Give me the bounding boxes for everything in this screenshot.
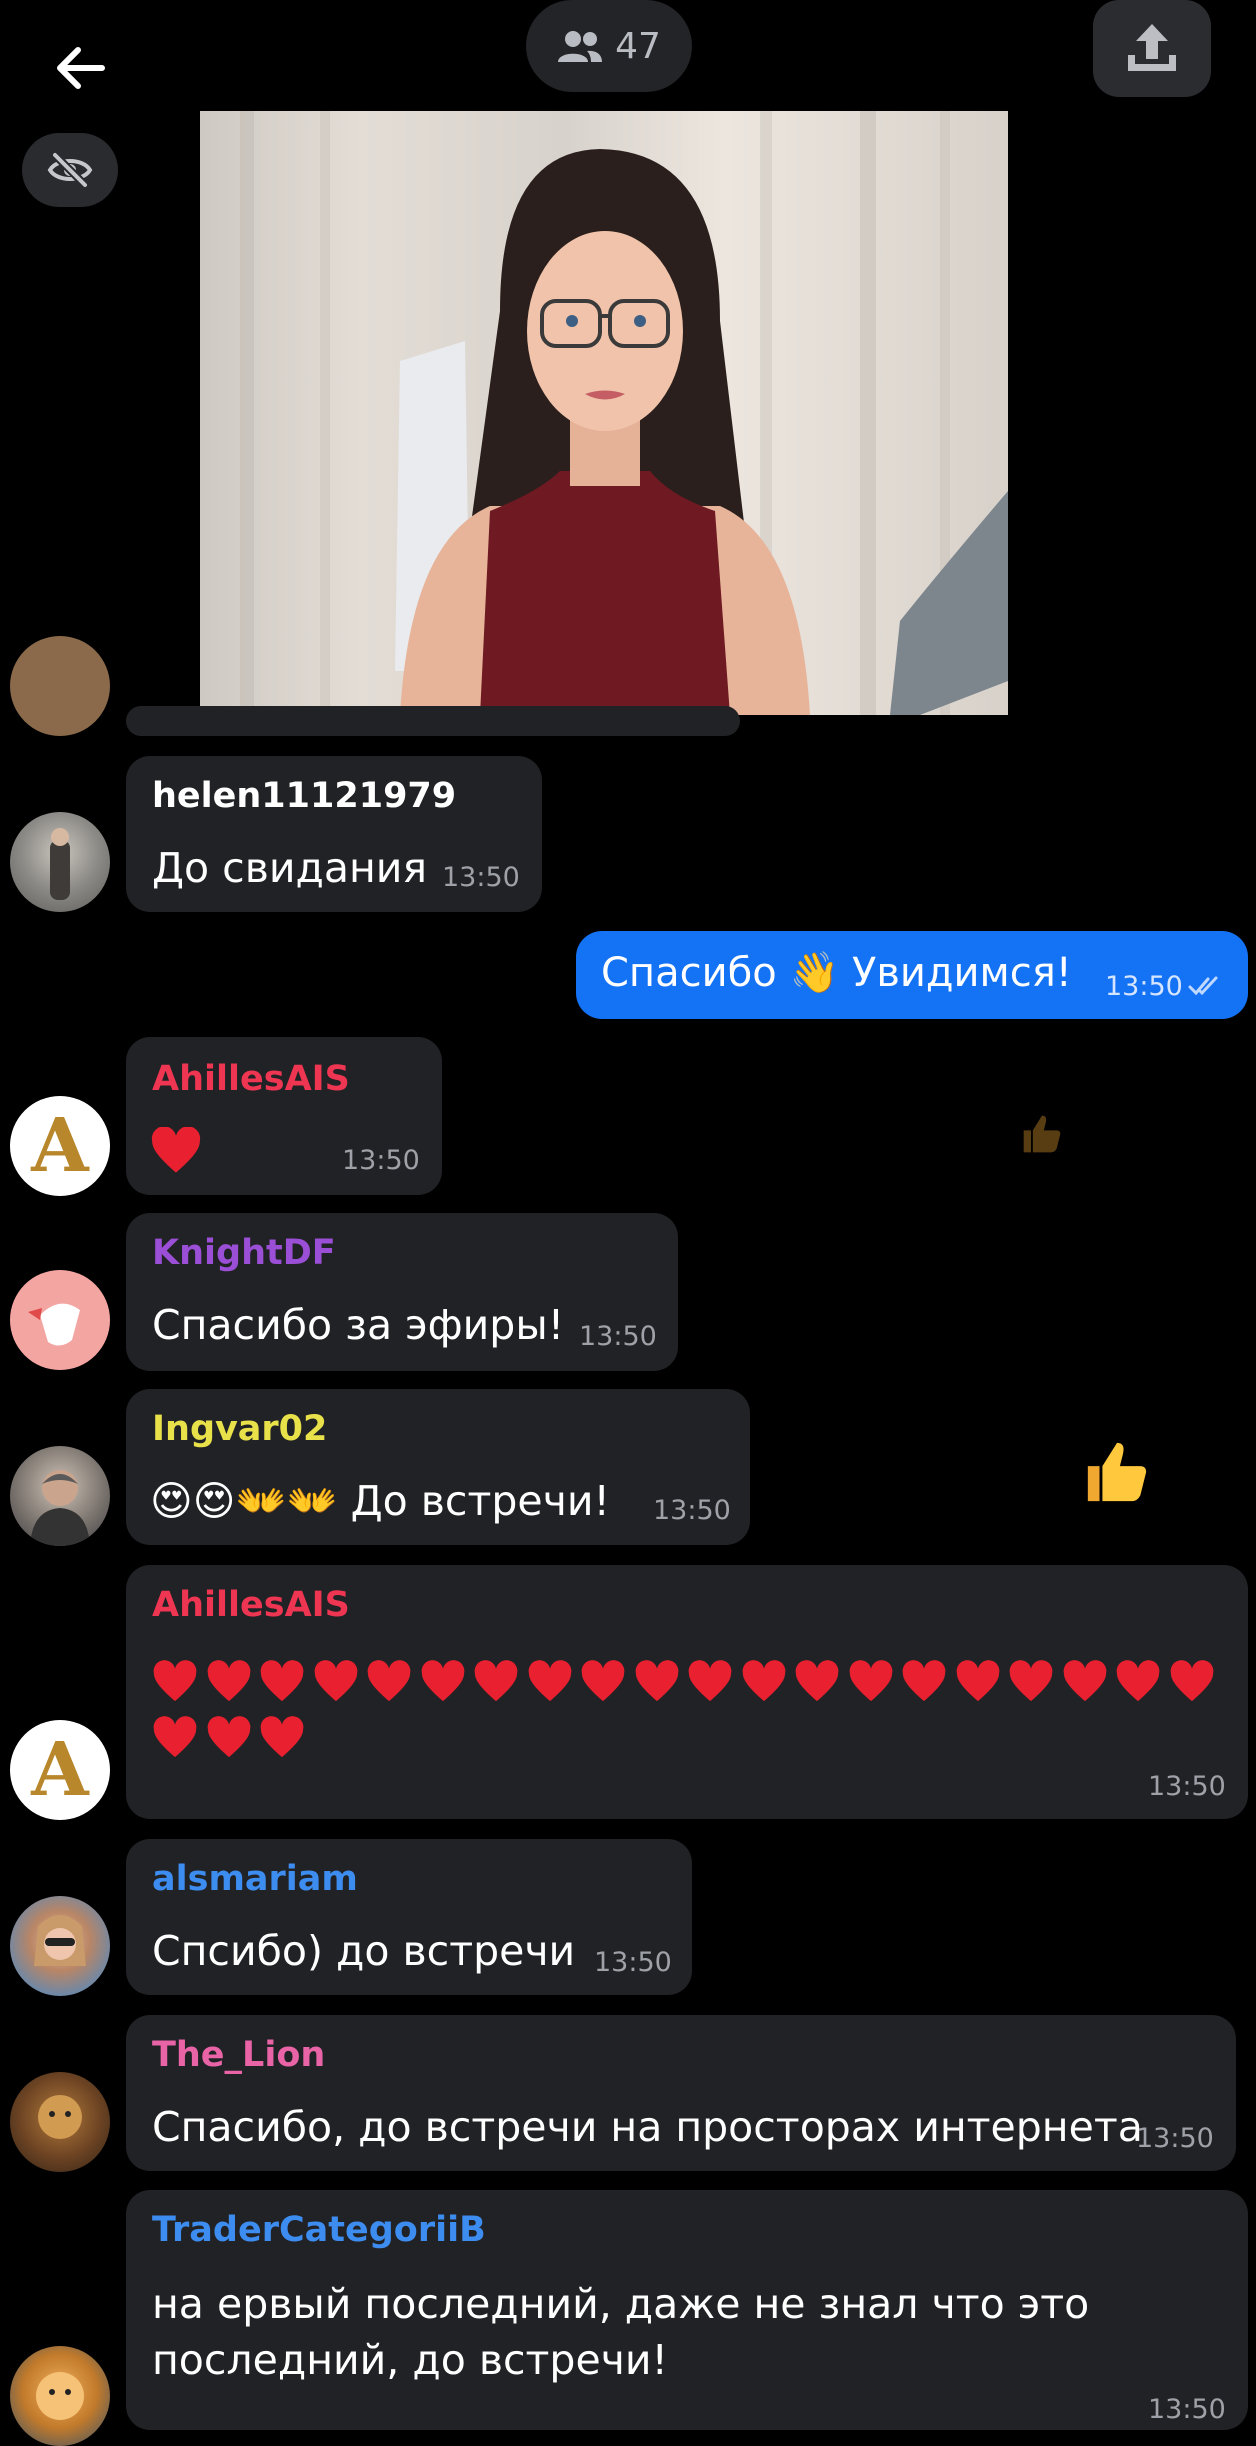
- heart-emoji: [528, 1659, 571, 1701]
- message-time: 13:50: [1136, 2123, 1214, 2154]
- message-bubble: helen11121979 До свидания 13:50: [126, 756, 542, 912]
- heart-emoji: [1063, 1659, 1106, 1701]
- heart-emoji: [902, 1659, 946, 1701]
- heart-emoji: [153, 1715, 197, 1757]
- avatar-partial[interactable]: [10, 636, 110, 736]
- read-checkmarks-icon: [1188, 976, 1218, 996]
- message-username[interactable]: alsmariam: [152, 1859, 358, 1899]
- message-time: 13:50: [442, 862, 520, 893]
- message-text: Спасибо, до встречи на просторах интерне…: [152, 2103, 1143, 2151]
- message-time: 13:50: [594, 1947, 672, 1978]
- share-button[interactable]: [1093, 0, 1211, 97]
- heart-emoji: [367, 1659, 411, 1701]
- avatar-ahillesais[interactable]: A: [10, 1096, 110, 1196]
- message-text: До свидания: [152, 844, 428, 892]
- message-bubble: Ingvar02 😍😍👐👐 До встречи! 13:50: [126, 1389, 750, 1545]
- message-text-line1: на ервый последний, даже не знал что это: [152, 2280, 1090, 2328]
- people-icon: [558, 31, 603, 62]
- heart-emoji: [314, 1659, 357, 1701]
- message-bubble: TraderCategoriiB на ервый последний, даж…: [126, 2190, 1248, 2430]
- heart-emoji: [956, 1659, 999, 1701]
- message-bubble: The_Lion Спасибо, до встречи на простора…: [126, 2015, 1236, 2171]
- outgoing-message-bubble: Спасибо 👋 Увидимся! 13:50: [576, 931, 1248, 1019]
- message-username[interactable]: KnightDF: [152, 1233, 336, 1273]
- heart-emoji: [795, 1659, 839, 1701]
- avatar-letter: A: [31, 1727, 89, 1813]
- heart-emoji: [688, 1659, 732, 1701]
- message-text-line2: последний, до встречи!: [152, 2336, 668, 2384]
- avatar-helen11121979[interactable]: [10, 812, 110, 912]
- heart-emoji: [260, 1659, 304, 1701]
- message-bubble: KnightDF Спасибо за эфиры! 13:50: [126, 1213, 678, 1371]
- back-button[interactable]: [40, 28, 120, 108]
- heart-emoji: [849, 1659, 892, 1701]
- heart-emoji: [260, 1715, 304, 1757]
- avatar-tradercategoriib[interactable]: [10, 2346, 110, 2446]
- message-time: 13:50: [653, 1495, 731, 1526]
- heart-emoji: [207, 1659, 250, 1701]
- message-time: 13:50: [1148, 1771, 1226, 1802]
- heart-emoji: [1009, 1659, 1053, 1701]
- message-bubble: AhillesAIS 13:50: [126, 1037, 442, 1195]
- heart-emoji: [635, 1659, 678, 1701]
- heart-emoji: [581, 1659, 625, 1701]
- heart-emoji: [207, 1715, 250, 1757]
- heart-emoji: [1116, 1659, 1160, 1701]
- message-text: 😍😍👐👐 До встречи!: [150, 1477, 610, 1525]
- eye-off-icon: [47, 152, 93, 188]
- message-username[interactable]: helen11121979: [152, 776, 456, 816]
- message-text: Спасибо за эфиры!: [152, 1301, 565, 1349]
- outgoing-message-time: 13:50: [1105, 971, 1183, 1002]
- message-username[interactable]: AhillesAIS: [152, 1585, 350, 1625]
- message-username[interactable]: TraderCategoriiB: [152, 2210, 486, 2250]
- thumbs-up-reaction-icon: [1087, 1442, 1147, 1502]
- message-bubble: alsmariam Спсибо) до встречи 13:50: [126, 1839, 692, 1995]
- arrow-left-icon: [57, 47, 105, 89]
- upload-icon: [1128, 23, 1176, 71]
- heart-emoji: [421, 1659, 464, 1701]
- message-text: Спсибо) до встречи: [152, 1927, 576, 1975]
- message-username[interactable]: AhillesAIS: [152, 1059, 350, 1099]
- avatar-knightdf[interactable]: [10, 1270, 110, 1370]
- heart-emoji: [742, 1659, 785, 1701]
- heart-emoji: [474, 1659, 518, 1701]
- viewers-counter[interactable]: 47: [526, 0, 692, 92]
- message-bubble-partial: [126, 706, 740, 736]
- heart-emoji: [151, 1127, 201, 1173]
- heart-emoji: [153, 1659, 197, 1701]
- hearts-emoji-row: [152, 1653, 1242, 1765]
- avatar-ingvar02[interactable]: [10, 1446, 110, 1546]
- avatar-ahillesais[interactable]: A: [10, 1720, 110, 1820]
- message-time: 13:50: [342, 1145, 420, 1176]
- hide-chat-button[interactable]: [22, 133, 118, 207]
- avatar-alsmariam[interactable]: [10, 1896, 110, 1996]
- avatar-letter: A: [31, 1103, 89, 1189]
- message-bubble: AhillesAIS 13:50: [126, 1565, 1248, 1819]
- viewers-count: 47: [615, 25, 661, 67]
- message-username[interactable]: Ingvar02: [152, 1409, 327, 1449]
- thumbs-up-reaction-icon: [1023, 1115, 1061, 1153]
- avatar-the-lion[interactable]: [10, 2072, 110, 2172]
- message-username[interactable]: The_Lion: [152, 2035, 325, 2075]
- outgoing-message-text: Спасибо 👋 Увидимся!: [601, 950, 1072, 996]
- message-time: 13:50: [579, 1321, 657, 1352]
- heart-emoji: [1170, 1659, 1213, 1701]
- live-video[interactable]: [200, 111, 1008, 715]
